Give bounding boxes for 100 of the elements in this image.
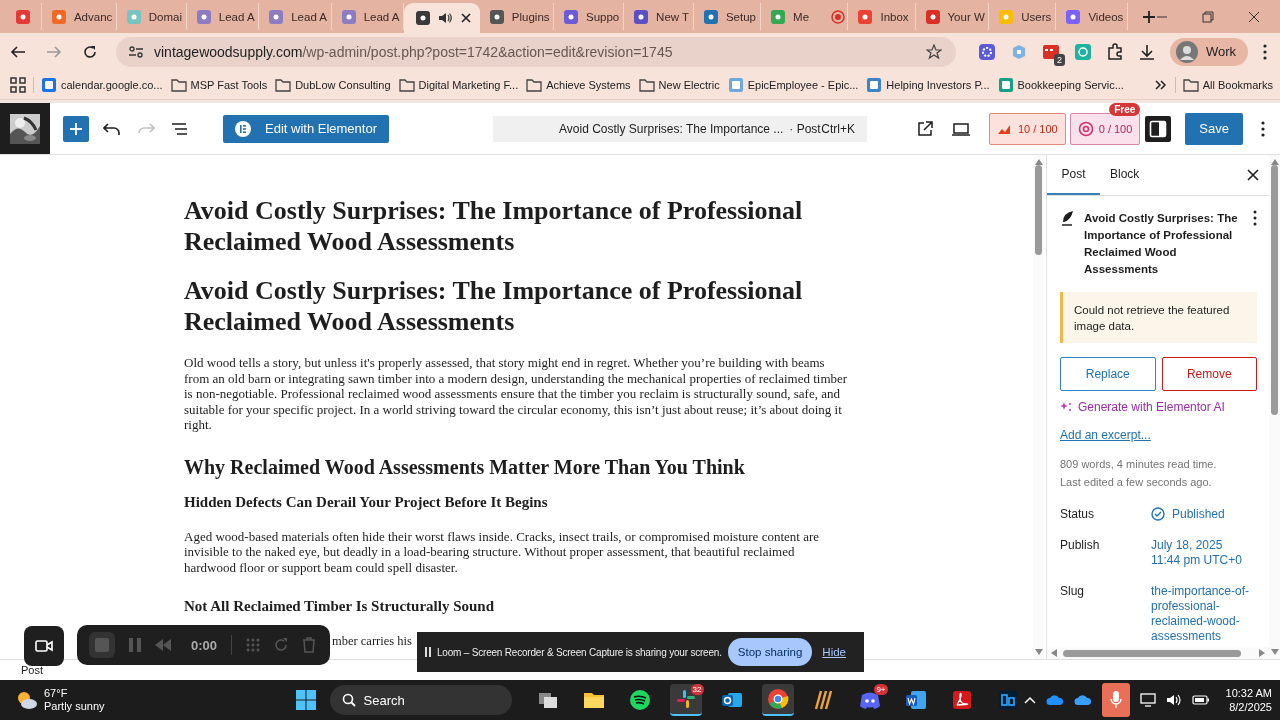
avatar-icon bbox=[1175, 40, 1198, 63]
sidebar-toggle-button[interactable] bbox=[1145, 115, 1172, 142]
profile-button[interactable]: Work bbox=[1169, 37, 1248, 66]
command-bar[interactable]: Avoid Costly Surprises: The Importance ... · PostCtrl+K bbox=[493, 115, 867, 142]
ai-link[interactable]: Generate with Elementor AI bbox=[1060, 400, 1257, 414]
field-label: Publish bbox=[1060, 538, 1101, 554]
bookmark[interactable]: Achieve Systems bbox=[526, 76, 631, 93]
external-link-icon[interactable] bbox=[916, 120, 933, 137]
save-button[interactable]: Save bbox=[1185, 112, 1243, 145]
breadcrumb[interactable]: Post bbox=[0, 664, 43, 676]
bookmark[interactable]: Bookkeeping Servic... bbox=[997, 76, 1124, 93]
browser-tab[interactable]: Suppo bbox=[554, 3, 625, 30]
scrollbar[interactable] bbox=[1033, 155, 1044, 659]
bookmark[interactable]: DubLow Consulting bbox=[275, 76, 391, 93]
taskbar-button[interactable]: 32 bbox=[669, 684, 702, 716]
clock-button[interactable]: 10:32 AM 8/2/2025 bbox=[1225, 686, 1272, 714]
site-icon bbox=[997, 76, 1014, 93]
stop-sharing-button[interactable]: Stop sharing bbox=[727, 638, 813, 666]
count-badge: 9+ bbox=[874, 684, 888, 695]
field-value-link[interactable]: Published bbox=[1151, 507, 1257, 522]
address-bar[interactable]: vintagewoodsupply.com/wp-admin/post.php?post=1742&action=edit&revision=1745 bbox=[116, 36, 956, 67]
download-icon[interactable] bbox=[1137, 42, 1156, 61]
chevron-icon[interactable] bbox=[1153, 77, 1168, 92]
seo-score-button[interactable]: 10 / 100 bbox=[988, 112, 1066, 145]
list-view-icon[interactable] bbox=[171, 121, 189, 136]
scroll-thumb[interactable] bbox=[1271, 165, 1278, 415]
excerpt-link[interactable]: Add an excerpt... bbox=[1060, 428, 1151, 442]
scrollbar[interactable] bbox=[1269, 155, 1280, 659]
restart-icon[interactable] bbox=[274, 638, 289, 652]
star-icon[interactable] bbox=[925, 43, 942, 60]
replace-button[interactable]: Replace bbox=[1060, 357, 1156, 391]
bookmark[interactable]: calendar.google.co... bbox=[41, 76, 163, 93]
field-value-link[interactable]: July 18, 2025 11:44 pm UTC+0 bbox=[1151, 538, 1257, 568]
sidebar-tab[interactable]: Block bbox=[1100, 155, 1152, 195]
taskbar-button[interactable] bbox=[761, 684, 794, 716]
display-icon[interactable] bbox=[1139, 693, 1156, 707]
paragraph: Aged wood-based materials often hide their worst flaws inside. Cracks, insect trails, or compromised moisture content are invisible to the naked eye, but deadly in a load-bearing structure. Without proper assessment, that beautiful reclaimed hardwood floor or support beam could spell disaster. bbox=[184, 528, 821, 575]
menu-icon[interactable] bbox=[1262, 42, 1268, 61]
bookmark[interactable]: All Bookmarks bbox=[1182, 76, 1273, 93]
scrollbar[interactable] bbox=[1047, 647, 1269, 659]
field-label: Status bbox=[1060, 507, 1096, 522]
restore-icon[interactable] bbox=[1202, 11, 1214, 23]
microphone-button[interactable] bbox=[1101, 683, 1130, 717]
site-icon bbox=[41, 76, 57, 93]
apps-icon[interactable] bbox=[10, 76, 26, 93]
field-value-link[interactable]: the-importance-of-professional-reclaimed-wood-assessments bbox=[1151, 584, 1257, 644]
puzzle-icon[interactable] bbox=[1105, 42, 1124, 61]
document-icon bbox=[904, 689, 927, 711]
laptop-icon[interactable] bbox=[950, 120, 971, 137]
site-logo-button[interactable] bbox=[0, 103, 50, 154]
scroll-thumb[interactable] bbox=[1035, 165, 1042, 255]
browser-tab[interactable]: Lead A bbox=[259, 3, 332, 30]
add-block-button[interactable] bbox=[63, 115, 89, 142]
browser-tab[interactable]: Inbox bbox=[848, 3, 916, 30]
browser-tab[interactable]: Lead A bbox=[331, 3, 405, 30]
back-icon[interactable] bbox=[10, 43, 26, 60]
bookmark[interactable]: Helping Investors P... bbox=[866, 76, 990, 93]
bookmark[interactable]: Digital Marketing F... bbox=[398, 76, 519, 93]
weather-widget[interactable]: 67°F Partly sunny bbox=[16, 687, 296, 713]
close-icon[interactable] bbox=[460, 12, 473, 24]
browser-tab[interactable]: Domai bbox=[116, 3, 187, 30]
options-icon[interactable] bbox=[1260, 119, 1266, 138]
hide-link[interactable]: Hide bbox=[822, 646, 846, 658]
new-tab-icon[interactable] bbox=[1142, 10, 1156, 24]
browser-tab[interactable]: Me bbox=[761, 3, 849, 30]
options-icon[interactable] bbox=[1253, 210, 1257, 226]
sidebar-tab[interactable]: Post bbox=[1047, 155, 1100, 195]
pdf-icon bbox=[950, 689, 973, 711]
bookmark[interactable]: EpicEmployee - Epic... bbox=[727, 76, 859, 93]
browser-tab[interactable]: Plugins bbox=[479, 3, 554, 30]
bookmark[interactable]: New Electric bbox=[638, 76, 720, 93]
cloud-icon[interactable] bbox=[1073, 694, 1092, 706]
elementor-button[interactable]: Edit with Elementor bbox=[223, 114, 389, 143]
heading: Why Reclaimed Wood Assessments Matter More Than You Think bbox=[184, 454, 746, 479]
search-field[interactable]: Search bbox=[329, 685, 512, 715]
browser-tab[interactable]: Videos bbox=[1056, 3, 1128, 30]
cloud-icon[interactable] bbox=[1045, 694, 1064, 706]
camera-button[interactable] bbox=[24, 626, 64, 666]
undo-icon[interactable] bbox=[103, 120, 121, 137]
calendar-icon[interactable] bbox=[1041, 42, 1060, 61]
reload-icon[interactable] bbox=[82, 43, 98, 60]
volume-icon[interactable] bbox=[1165, 693, 1182, 707]
browser-tab[interactable]: Users bbox=[989, 3, 1057, 30]
close-icon[interactable] bbox=[1248, 11, 1260, 23]
browser-tab[interactable]: Advanc bbox=[41, 3, 117, 30]
arrow-up-icon bbox=[1034, 159, 1043, 165]
bookmark[interactable]: MSP Fast Tools bbox=[170, 76, 268, 93]
windows-icon[interactable] bbox=[295, 690, 316, 710]
browser-tab[interactable]: New T bbox=[624, 3, 694, 30]
taskbar-button[interactable]: 9+ bbox=[853, 684, 886, 716]
chevron-up-icon[interactable] bbox=[1023, 696, 1036, 704]
browser-tab[interactable]: Setup bbox=[693, 3, 762, 30]
browser-tab[interactable]: Lead A bbox=[186, 3, 260, 30]
ai-score-button[interactable]: 0 / 100 bbox=[1069, 112, 1141, 145]
browser-tab[interactable]: Your W bbox=[915, 3, 990, 30]
browser-tab[interactable] bbox=[404, 3, 480, 33]
close-icon[interactable] bbox=[1247, 169, 1259, 181]
gear-icon[interactable] bbox=[977, 42, 996, 61]
remove-button[interactable]: Remove bbox=[1161, 357, 1257, 391]
battery-icon[interactable] bbox=[1191, 694, 1210, 706]
